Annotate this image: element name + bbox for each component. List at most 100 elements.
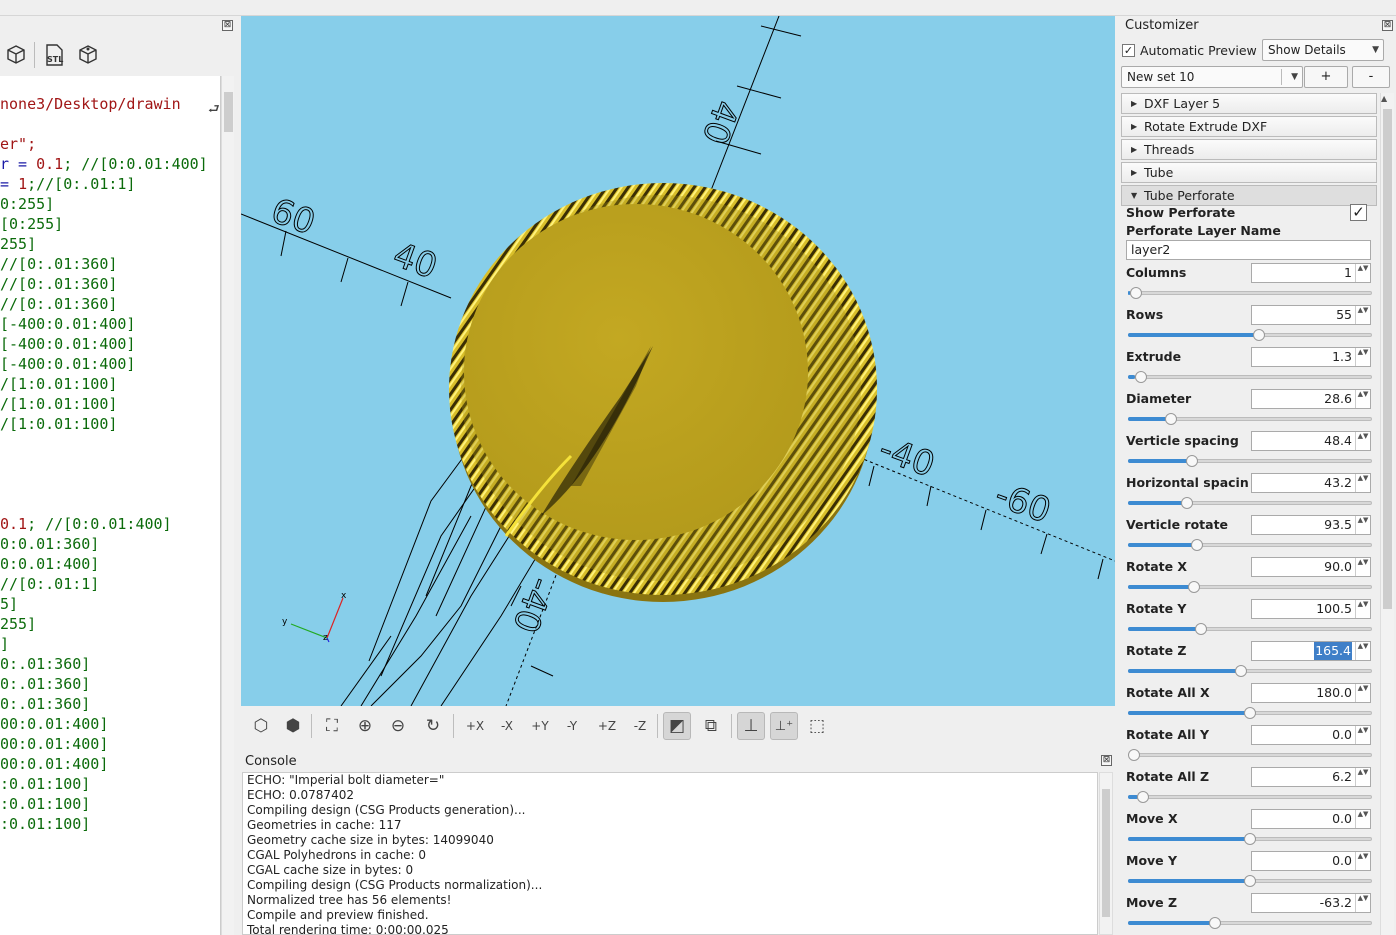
param-slider[interactable] <box>1128 916 1372 930</box>
slider-handle[interactable] <box>1137 791 1150 803</box>
group-header[interactable]: ▶ Rotate Extrude DXF <box>1121 116 1377 137</box>
param-spinbox[interactable]: 100.5 ▲▼ <box>1251 599 1371 619</box>
param-spinbox[interactable]: 48.4 ▲▼ <box>1251 431 1371 451</box>
param-spinbox[interactable]: 93.5 ▲▼ <box>1251 515 1371 535</box>
console-close-icon[interactable]: ⊠ <box>1101 755 1112 766</box>
param-slider[interactable] <box>1128 664 1372 678</box>
param-slider[interactable] <box>1128 580 1372 594</box>
param-slider[interactable] <box>1128 832 1372 846</box>
param-slider[interactable] <box>1128 538 1372 552</box>
slider-handle[interactable] <box>1186 455 1198 467</box>
param-spinbox[interactable]: 6.2 ▲▼ <box>1251 767 1371 787</box>
spin-arrows-icon[interactable]: ▲▼ <box>1355 390 1370 408</box>
spin-arrows-icon[interactable]: ▲▼ <box>1355 306 1370 324</box>
param-slider[interactable] <box>1128 370 1372 384</box>
console-scrollbar[interactable] <box>1099 772 1113 935</box>
param-slider[interactable] <box>1128 748 1372 762</box>
code-editor[interactable]: none3/Desktop/drawin er"; r = 0.1; //[0:0.… <box>0 76 221 935</box>
param-slider[interactable] <box>1128 706 1372 720</box>
show-perforate-checkbox[interactable]: ✓ <box>1350 204 1367 221</box>
view-bottom-icon[interactable]: -Y <box>558 712 586 740</box>
view-front-icon[interactable]: +Z <box>593 712 621 740</box>
editor-scroll-thumb[interactable] <box>224 92 233 132</box>
customizer-scrollbar[interactable] <box>1380 93 1394 935</box>
spin-arrows-icon[interactable]: ▲▼ <box>1355 558 1370 576</box>
spin-arrows-icon[interactable]: ▲▼ <box>1355 684 1370 702</box>
export-stl-icon[interactable]: STL <box>42 43 66 67</box>
param-spinbox[interactable]: 0.0 ▲▼ <box>1251 809 1371 829</box>
slider-handle[interactable] <box>1190 539 1203 551</box>
add-preset-button[interactable]: + <box>1304 66 1348 88</box>
param-spinbox[interactable]: 0.0 ▲▼ <box>1251 725 1371 745</box>
param-slider[interactable] <box>1128 286 1372 300</box>
param-slider[interactable] <box>1128 622 1372 636</box>
scroll-up-icon[interactable]: ▲ <box>1381 94 1387 103</box>
view-back-icon[interactable]: -Z <box>626 712 654 740</box>
console-output[interactable]: ECHO: "Imperial bolt diameter=" ECHO: 0.0… <box>242 772 1098 935</box>
view-left-icon[interactable]: -X <box>493 712 521 740</box>
param-slider[interactable] <box>1128 874 1372 888</box>
show-edges-icon[interactable]: ⬚ <box>803 712 831 740</box>
param-slider[interactable] <box>1128 328 1372 342</box>
reset-view-icon[interactable]: ↻ <box>419 712 447 740</box>
spin-arrows-icon[interactable]: ▲▼ <box>1355 726 1370 744</box>
preview-icon[interactable]: ⬡ <box>247 712 275 740</box>
spin-arrows-icon[interactable]: ▲▼ <box>1355 852 1370 870</box>
spin-arrows-icon[interactable]: ▲▼ <box>1355 768 1370 786</box>
auto-preview-checkbox[interactable]: ✓ <box>1122 44 1135 57</box>
show-axes-icon[interactable]: ⊥ <box>737 712 765 740</box>
spin-arrows-icon[interactable]: ▲▼ <box>1355 810 1370 828</box>
export-3mf-icon[interactable] <box>76 43 100 67</box>
param-slider[interactable] <box>1128 790 1372 804</box>
spin-arrows-icon[interactable]: ▲▼ <box>1355 642 1370 660</box>
param-spinbox[interactable]: 180.0 ▲▼ <box>1251 683 1371 703</box>
slider-handle[interactable] <box>1244 875 1256 887</box>
slider-handle[interactable] <box>1253 329 1266 341</box>
param-spinbox[interactable]: 1.3 ▲▼ <box>1251 347 1371 367</box>
param-spinbox[interactable]: -63.2 ▲▼ <box>1251 893 1371 913</box>
perforate-layer-name-input[interactable]: layer2 <box>1126 240 1371 260</box>
param-slider[interactable] <box>1128 496 1372 510</box>
render-icon[interactable]: ⬢ <box>279 712 307 740</box>
slider-handle[interactable] <box>1134 371 1147 383</box>
spin-arrows-icon[interactable]: ▲▼ <box>1355 348 1370 366</box>
group-header[interactable]: ▼ Tube Perforate <box>1121 185 1377 206</box>
group-header[interactable]: ▶ DXF Layer 5 <box>1121 93 1377 114</box>
console-scroll-thumb[interactable] <box>1102 789 1110 917</box>
param-spinbox[interactable]: 0.0 ▲▼ <box>1251 851 1371 871</box>
slider-handle[interactable] <box>1209 917 1222 929</box>
slider-handle[interactable] <box>1130 287 1143 299</box>
view-top-icon[interactable]: +Y <box>526 712 554 740</box>
param-slider[interactable] <box>1128 454 1372 468</box>
param-spinbox[interactable]: 90.0 ▲▼ <box>1251 557 1371 577</box>
view-all-icon[interactable]: ⛶ <box>318 712 346 740</box>
spin-arrows-icon[interactable]: ▲▼ <box>1355 432 1370 450</box>
view-right-icon[interactable]: +X <box>461 712 489 740</box>
customizer-scroll-thumb[interactable] <box>1383 109 1392 609</box>
orthogonal-icon[interactable]: ⧉ <box>697 712 725 740</box>
remove-preset-button[interactable]: - <box>1352 66 1390 88</box>
slider-handle[interactable] <box>1128 749 1140 761</box>
slider-handle[interactable] <box>1181 497 1194 509</box>
preset-select[interactable]: New set 10 ▼ <box>1121 66 1303 88</box>
slider-handle[interactable] <box>1165 413 1178 425</box>
details-select[interactable]: Show Details ▼ <box>1262 39 1384 61</box>
spin-arrows-icon[interactable]: ▲▼ <box>1355 264 1370 282</box>
slider-handle[interactable] <box>1234 665 1247 677</box>
show-scale-markers-icon[interactable]: ⊥⁺ <box>770 712 798 740</box>
customizer-close-icon[interactable]: ⊠ <box>1382 20 1393 31</box>
param-spinbox[interactable]: 28.6 ▲▼ <box>1251 389 1371 409</box>
param-spinbox[interactable]: 43.2 ▲▼ <box>1251 473 1371 493</box>
slider-handle[interactable] <box>1244 833 1256 845</box>
editor-close-icon[interactable]: ⊠ <box>222 20 233 31</box>
3d-viewport[interactable]: 60 40 40 -40 -60 -40 x y z <box>241 16 1115 706</box>
param-slider[interactable] <box>1128 412 1372 426</box>
slider-handle[interactable] <box>1195 623 1208 635</box>
slider-handle[interactable] <box>1244 707 1256 719</box>
param-spinbox[interactable]: 1 ▲▼ <box>1251 263 1371 283</box>
param-spinbox[interactable]: 165.4 ▲▼ <box>1251 641 1371 661</box>
spin-arrows-icon[interactable]: ▲▼ <box>1355 516 1370 534</box>
spin-arrows-icon[interactable]: ▲▼ <box>1355 474 1370 492</box>
param-spinbox[interactable]: 55 ▲▼ <box>1251 305 1371 325</box>
spin-arrows-icon[interactable]: ▲▼ <box>1355 894 1370 912</box>
